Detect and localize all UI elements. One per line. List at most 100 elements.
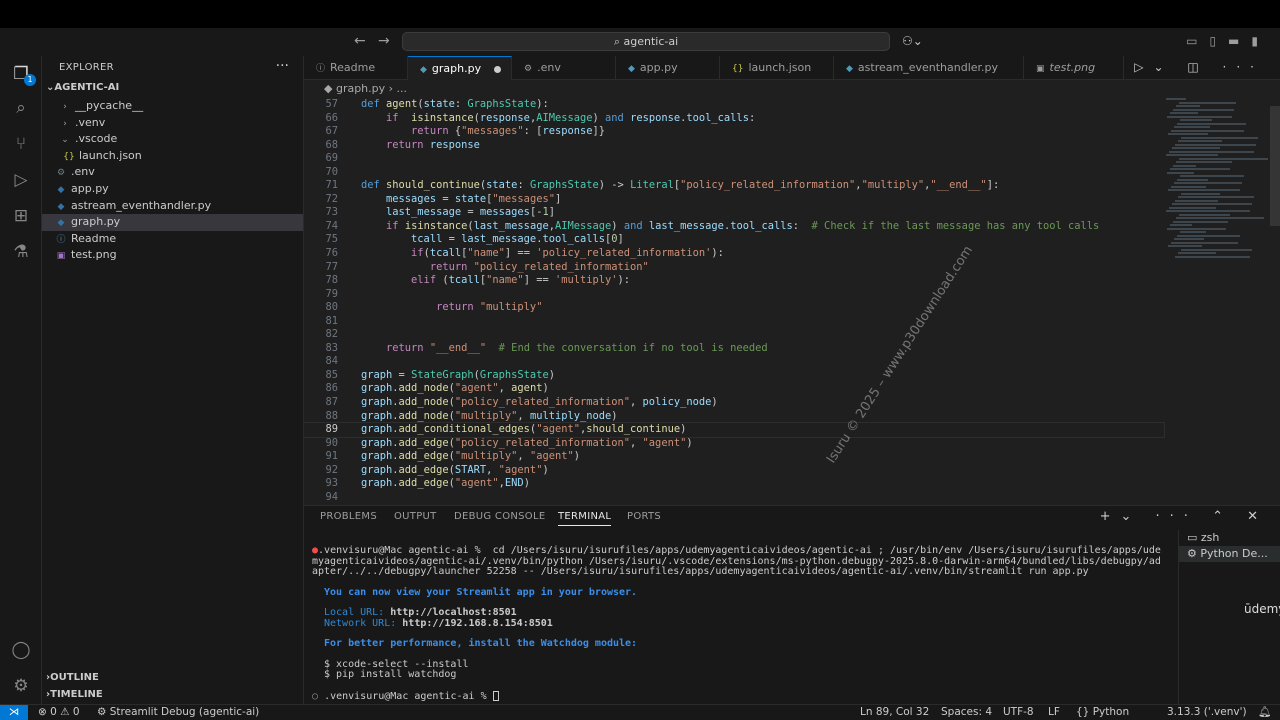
workspace-root[interactable]: ⌄AGENTIC-AI <box>46 82 119 93</box>
outline-section[interactable]: ›OUTLINE <box>46 672 99 683</box>
debug-config-label: Streamlit Debug (agentic-ai) <box>109 706 260 718</box>
editor-actions-icon[interactable]: ▷⌄ ◫ ··· <box>1134 60 1264 74</box>
panel-tab[interactable]: PORTS <box>627 511 661 522</box>
tree-item[interactable]: ◆ app.py <box>42 181 303 198</box>
minimap[interactable] <box>1166 98 1268 268</box>
local-url[interactable]: http://localhost:8501 <box>390 607 516 618</box>
tree-item-label: test.png <box>71 248 117 262</box>
editor-scrollbar[interactable] <box>1270 106 1280 226</box>
network-url-line: Network URL: http://192.168.8.154:8501 <box>312 617 1162 630</box>
testing-icon[interactable]: ⚗ <box>9 240 33 264</box>
network-url-label: Network URL: <box>324 617 397 629</box>
folder-chevron-icon: ⌄ <box>61 135 69 146</box>
editor-tab[interactable]: ◆ graph.py <box>408 56 512 80</box>
extensions-icon[interactable]: ⊞ <box>9 204 33 228</box>
command-center-search[interactable]: ⌕ agentic-ai <box>402 32 890 51</box>
language-mode[interactable]: {} Python <box>1076 705 1129 720</box>
search-icon[interactable]: ⌕ <box>9 96 33 120</box>
explorer-title: EXPLORER <box>59 62 114 73</box>
tab-label: launch.json <box>748 61 812 74</box>
tree-item-label: graph.py <box>71 215 121 229</box>
editor-tab[interactable]: ◆ app.py <box>616 56 720 80</box>
code-line-81: 81 <box>325 314 338 327</box>
editor-tab[interactable]: ▣ test.png <box>1024 56 1124 80</box>
tree-item-label: .env <box>71 165 95 179</box>
minimap-line <box>1169 206 1216 209</box>
terminal-instance[interactable]: ▭ zsh <box>1179 530 1280 546</box>
editor-tab[interactable]: ⚙ .env <box>512 56 616 80</box>
forward-button[interactable]: → <box>378 33 390 49</box>
minimap-line <box>1177 234 1240 237</box>
tab-file-icon: ◆ <box>420 65 427 75</box>
settings-gear-icon[interactable]: ⚙ <box>9 674 33 698</box>
code-line-78: 78 elif (tcall["name"] == 'multiply'): <box>325 274 631 287</box>
code-editor[interactable]: 57 def agent(state: GraphsState): 66 if i… <box>304 98 1280 505</box>
terminal-output[interactable]: ●.venvisuru@Mac agentic-ai % cd /Users/i… <box>312 545 1162 702</box>
panel-tab[interactable]: PROBLEMS <box>320 511 377 522</box>
timeline-section[interactable]: ›TIMELINE <box>46 689 103 700</box>
panel-actions-icon[interactable]: +⌄ ··· ⌃ ✕ <box>1100 509 1268 524</box>
editor-tab[interactable]: {} launch.json <box>720 56 834 80</box>
layout-controls-icon[interactable]: ▭▯▬▮ <box>1186 34 1270 48</box>
status-bar: ⋊ ⊗ 0 ⚠ 0 ⚙ Streamlit Debug (agentic-ai)… <box>0 704 1280 720</box>
code-line-82: 82 <box>325 328 338 341</box>
problems-status[interactable]: ⊗ 0 ⚠ 0 <box>38 705 80 720</box>
more-actions-icon[interactable]: ··· <box>276 58 289 74</box>
network-url[interactable]: http://192.168.8.154:8501 <box>402 618 553 629</box>
title-bar: ← → ⌕ agentic-ai ⚇⌄ ▭▯▬▮ <box>0 28 1280 56</box>
terminal-instance-label: zsh <box>1200 531 1220 544</box>
unsaved-dot-icon[interactable] <box>494 66 501 73</box>
streamlit-view-message: You can now view your Streamlit app in y… <box>324 586 638 598</box>
encoding[interactable]: UTF-8 <box>1003 705 1034 720</box>
back-button[interactable]: ← <box>354 33 366 49</box>
editor-tab[interactable]: ⓘ Readme <box>304 56 408 80</box>
debug-status[interactable]: ⚙ Streamlit Debug (agentic-ai) <box>97 705 259 720</box>
minimap-line <box>1176 105 1200 107</box>
indentation[interactable]: Spaces: 4 <box>941 705 992 720</box>
bell-icon[interactable]: 🔔︎ <box>1258 705 1271 720</box>
tree-item[interactable]: › __pycache__ <box>42 98 303 115</box>
tree-item[interactable]: › .venv <box>42 115 303 132</box>
tree-item[interactable]: ▣ test.png <box>42 247 303 264</box>
minimap-line <box>1171 129 1244 132</box>
minimap-line <box>1176 217 1264 219</box>
code-line-87: 87 graph.add_node("policy_related_informa… <box>325 396 718 409</box>
code-line-93: 93 graph.add_edge("agent",END) <box>325 477 530 490</box>
run-debug-icon[interactable]: ▷ <box>9 168 33 192</box>
end-of-line[interactable]: LF <box>1048 705 1060 720</box>
tab-file-icon: ⚙ <box>524 64 533 74</box>
source-control-icon[interactable]: ⑂ <box>9 132 33 156</box>
minimap-line <box>1173 220 1228 223</box>
tab-file-icon: ◆ <box>628 64 635 74</box>
debug-icon: ⚙ <box>97 706 110 718</box>
minimap-line <box>1178 140 1222 142</box>
copilot-icon[interactable]: ⚇⌄ <box>902 34 923 48</box>
file-type-icon: ⓘ <box>56 234 66 245</box>
workspace-name: agentic-ai <box>623 35 679 48</box>
tree-item[interactable]: {} launch.json <box>42 148 303 165</box>
prompt-circle-icon: ○ <box>312 690 319 702</box>
code-line-68: 68 return response <box>325 138 480 151</box>
file-tree: › __pycache__ › .venv ⌄ .vscode{} launch.json ⚙… <box>42 98 303 264</box>
account-icon[interactable]: ◯ <box>9 638 33 662</box>
tree-item[interactable]: ◆ graph.py <box>42 214 303 231</box>
tree-item[interactable]: ◆ astream_eventhandler.py <box>42 198 303 215</box>
python-interpreter[interactable]: 3.13.3 ('.venv') <box>1167 705 1247 720</box>
tree-item[interactable]: ⚙ .env <box>42 164 303 181</box>
editor-tab[interactable]: ◆ astream_eventhandler.py <box>834 56 1024 80</box>
cursor-position[interactable]: Ln 89, Col 32 <box>860 705 929 720</box>
tree-item[interactable]: ⓘ Readme <box>42 231 303 248</box>
remote-indicator-icon[interactable]: ⋊ <box>0 705 28 720</box>
minimap-line <box>1166 210 1250 212</box>
panel-tab[interactable]: TERMINAL <box>558 511 612 526</box>
breadcrumb[interactable]: ◆ graph.py › ... <box>304 80 1280 98</box>
minimap-line <box>1181 248 1252 251</box>
panel-tab[interactable]: DEBUG CONSOLE <box>454 511 545 522</box>
minimap-line <box>1181 136 1258 139</box>
tree-item[interactable]: ⌄ .vscode <box>42 131 303 148</box>
terminal-instance[interactable]: ⚙ Python De... <box>1179 546 1280 562</box>
tab-label: .env <box>537 61 561 74</box>
tab-label: test.png <box>1049 61 1096 74</box>
panel-tab[interactable]: OUTPUT <box>394 511 437 522</box>
minimap-line <box>1180 119 1212 121</box>
